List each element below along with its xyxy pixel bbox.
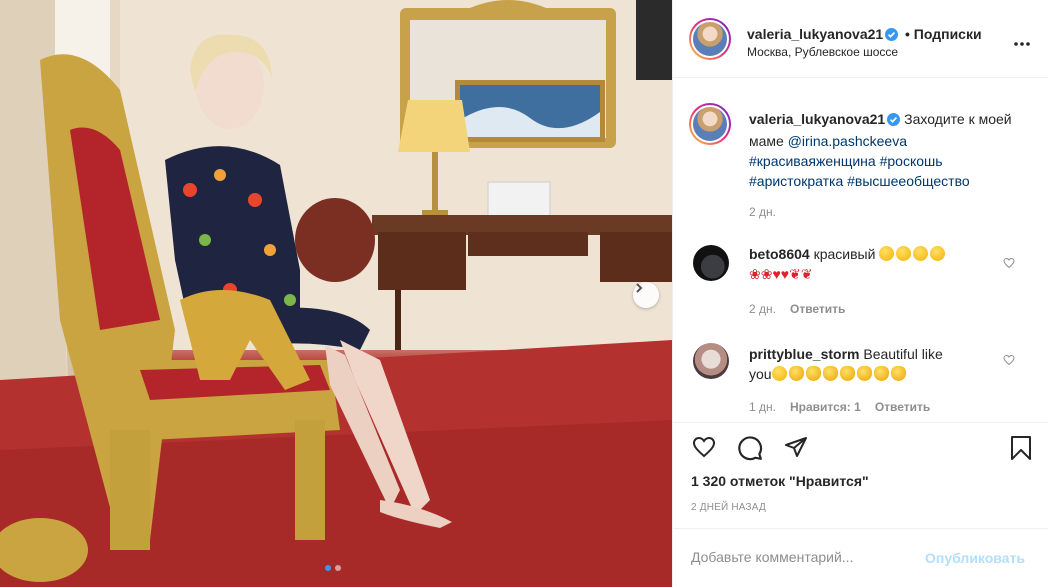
comment-username[interactable]: prittyblue_storm: [749, 346, 859, 362]
caption-hashtags[interactable]: #красиваяженщина #роскошь: [749, 153, 943, 169]
comment-input[interactable]: [691, 549, 921, 565]
post-caption: valeria_lukyanova21 Заходите к моей маме…: [749, 109, 1019, 191]
caption-username[interactable]: valeria_lukyanova21: [749, 111, 885, 127]
comment-text: красивый: [813, 246, 876, 262]
clap-emoji-icon: [856, 366, 872, 381]
author-username-link[interactable]: valeria_lukyanova21: [747, 26, 883, 42]
rose-emoji-icon: ❀: [760, 266, 773, 282]
following-button[interactable]: • Подписки: [905, 26, 982, 42]
comment-meta: 2 дн. Ответить: [749, 302, 845, 316]
carousel-indicator: [325, 565, 341, 571]
comment-item: prittyblue_storm Beautiful like you: [749, 344, 989, 384]
publish-button[interactable]: Опубликовать: [925, 550, 1025, 566]
comment-username[interactable]: beto8604: [749, 246, 810, 262]
header-username-row: valeria_lukyanova21: [747, 26, 899, 44]
clap-emoji-icon: [822, 366, 838, 381]
heart-eyes-emoji-icon: [771, 366, 787, 381]
clap-emoji-icon: [805, 366, 821, 381]
next-photo-button[interactable]: [633, 282, 659, 308]
save-bookmark-icon[interactable]: [1009, 435, 1033, 464]
carousel-dot: [335, 565, 341, 571]
comment-timestamp[interactable]: 2 дн.: [749, 302, 776, 316]
comment-avatar[interactable]: [693, 343, 729, 379]
post-date[interactable]: 2 ДНЕЙ НАЗАД: [691, 502, 766, 513]
blowing-kiss-emoji-icon: [896, 246, 912, 261]
like-heart-icon[interactable]: [691, 435, 717, 462]
comment-bubble-icon[interactable]: [737, 435, 763, 464]
caption-timestamp[interactable]: 2 дн.: [749, 205, 776, 219]
avatar[interactable]: [689, 103, 731, 145]
avatar[interactable]: [689, 18, 731, 60]
comment-avatar[interactable]: [693, 245, 729, 281]
red-heart-emoji-icon: ♥: [772, 266, 781, 282]
comment-text: you: [749, 366, 772, 382]
comment-like-heart-icon[interactable]: [1003, 256, 1015, 272]
comment-meta: 1 дн. Нравится: 1 Ответить: [749, 400, 930, 414]
comment-like-heart-icon[interactable]: [1003, 353, 1015, 369]
caption-mention-link[interactable]: @irina.pashckeeva: [788, 133, 907, 149]
post-header: valeria_lukyanova21 • Подписки Москва, Р…: [673, 0, 1048, 78]
post-photo[interactable]: [0, 0, 672, 587]
comment-likes-count[interactable]: Нравится: 1: [790, 400, 861, 414]
verified-badge-icon: [887, 111, 901, 131]
add-comment-form: Опубликовать: [673, 528, 1048, 587]
rose-emoji-icon: ❀: [749, 266, 761, 282]
comment-item: beto8604 красивый ❀❀♥♥❦❦: [749, 244, 989, 284]
clap-emoji-icon: [890, 366, 906, 381]
photo-illustration: [0, 0, 672, 587]
clap-emoji-icon: [839, 366, 855, 381]
more-options-icon[interactable]: [1014, 33, 1030, 49]
comment-timestamp[interactable]: 1 дн.: [749, 400, 776, 414]
location-link[interactable]: Москва, Рублевское шоссе: [747, 45, 898, 59]
heart-eyes-emoji-icon: [930, 246, 946, 261]
reply-button[interactable]: Ответить: [790, 302, 845, 316]
blowing-kiss-emoji-icon: [879, 246, 895, 261]
kiss-lips-emoji-icon: ❦: [800, 266, 813, 282]
red-heart-emoji-icon: ♥: [780, 266, 790, 282]
carousel-dot: [325, 565, 331, 571]
kiss-lips-emoji-icon: ❦: [789, 266, 801, 282]
clap-emoji-icon: [873, 366, 889, 381]
comments-area[interactable]: valeria_lukyanova21 Заходите к моей маме…: [673, 79, 1048, 422]
share-paper-plane-icon[interactable]: [783, 435, 809, 462]
verified-badge-icon: [885, 28, 899, 44]
post-details-panel: valeria_lukyanova21 • Подписки Москва, Р…: [672, 0, 1048, 587]
likes-count[interactable]: 1 320 отметок "Нравится": [691, 473, 869, 489]
heart-eyes-emoji-icon: [913, 246, 929, 261]
reply-button[interactable]: Ответить: [875, 400, 930, 414]
comment-text: Beautiful like: [863, 346, 943, 362]
clap-emoji-icon: [788, 366, 804, 381]
caption-hashtags[interactable]: #аристократка #высшееобщество: [749, 173, 970, 189]
